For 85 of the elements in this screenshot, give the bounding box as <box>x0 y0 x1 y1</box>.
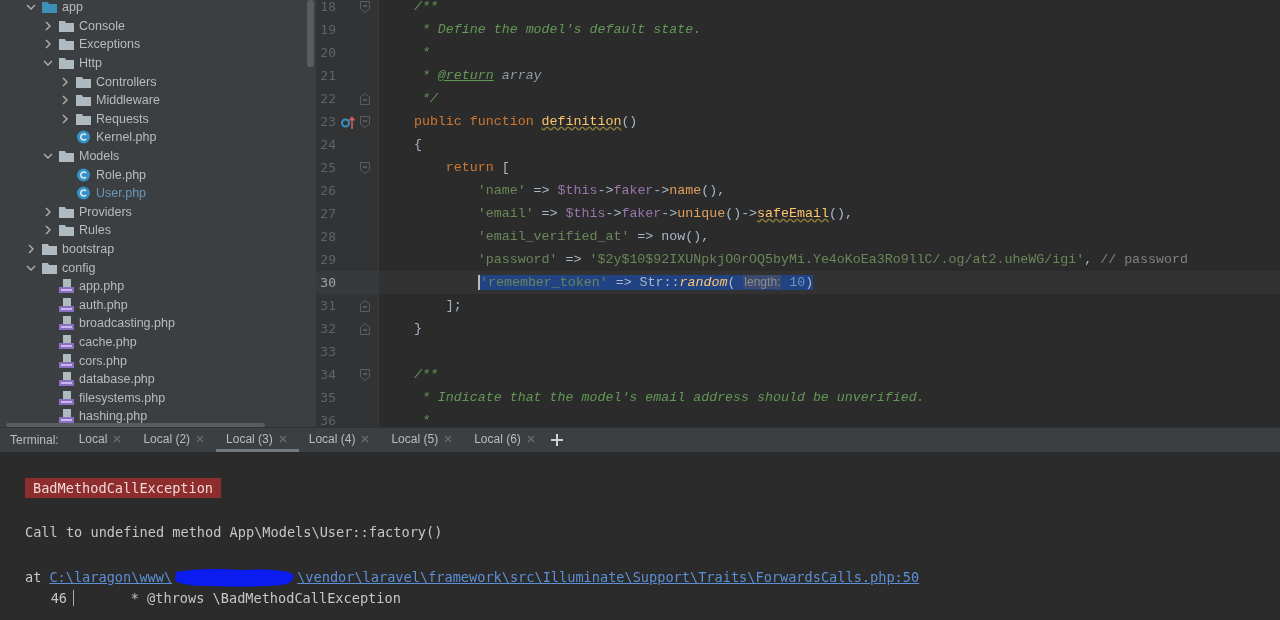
code-line: /** <box>412 0 438 14</box>
tree-item[interactable]: Requests <box>0 109 316 129</box>
tree-item[interactable]: filesystems.php <box>0 388 316 408</box>
folder-icon <box>42 243 57 255</box>
code-line: * Indicate that the model's email address should be unverified. <box>420 390 925 405</box>
tree-item[interactable]: bootstrap <box>0 239 316 259</box>
folder-icon <box>76 75 91 88</box>
terminal-label: Terminal: <box>10 433 59 447</box>
scrollbar[interactable] <box>307 0 314 67</box>
code-line: } <box>412 321 422 336</box>
add-icon[interactable] <box>550 434 563 446</box>
tree-item[interactable]: Role.php <box>0 165 316 184</box>
tree-item[interactable]: cache.php <box>0 332 316 352</box>
code-line: * <box>420 45 430 60</box>
class-icon <box>76 130 91 145</box>
line-number: 46 <box>25 590 74 606</box>
close-icon <box>196 434 205 443</box>
tree-item[interactable]: auth.php <box>0 295 316 315</box>
file-link[interactable]: \vendor\laravel\framework\src\Illuminate\Support\Traits\ForwardsCalls.php:50 <box>297 569 920 585</box>
tree-item[interactable]: hashing.php <box>0 407 316 426</box>
tree-item[interactable]: Console <box>0 16 316 36</box>
tree-item[interactable]: config <box>0 258 316 277</box>
code-line: * @return array <box>420 68 542 83</box>
php-file-icon <box>59 353 74 368</box>
tree-item[interactable]: User.php <box>0 183 316 203</box>
folder-icon <box>42 1 57 14</box>
tree-item[interactable]: database.php <box>0 369 316 389</box>
folder-icon <box>76 112 91 125</box>
code-line: 'email' => $this->faker->unique()->safeEmail(), <box>476 206 853 221</box>
close-icon <box>361 434 370 443</box>
folder-icon <box>59 57 74 70</box>
terminal-tab[interactable]: Local (5) <box>381 428 465 452</box>
code-line: * @throws \BadMethodCallException <box>129 590 401 606</box>
tree-item[interactable]: Controllers <box>0 72 316 91</box>
folder-icon <box>59 150 74 163</box>
code-line: * Define the model's default state. <box>420 22 702 37</box>
php-file-icon <box>59 279 74 294</box>
tree-item[interactable]: Middleware <box>0 90 316 110</box>
file-link[interactable]: C:\laragon\www\ <box>49 569 173 585</box>
class-icon <box>76 167 91 182</box>
php-file-icon <box>59 372 74 387</box>
folder-icon <box>59 19 74 32</box>
folder-icon <box>59 224 74 237</box>
code-line: 'password' => '$2y$10$92IXUNpkjO0rOQ5byMi.Ye4oKoEa3Ro9llC/.og/at2.uheWG/igi', // password <box>476 252 1188 267</box>
tree-item[interactable]: app.php <box>0 276 316 296</box>
php-file-icon <box>59 297 74 312</box>
tree-item[interactable]: Providers <box>0 202 316 222</box>
code-line: * <box>420 413 430 427</box>
close-icon <box>444 434 453 443</box>
tree-item[interactable]: Kernel.php <box>0 128 316 147</box>
tree-item[interactable]: app <box>0 0 316 17</box>
code-line: public function definition() <box>412 114 638 129</box>
code-line: ]; <box>444 298 462 313</box>
class-icon <box>76 186 91 201</box>
error-message: Call to undefined method App\Models\User::factory() <box>25 524 444 540</box>
line-number: 30 <box>319 275 336 290</box>
tree-item[interactable]: Rules <box>0 221 316 240</box>
tree-item[interactable]: Exceptions <box>0 35 316 54</box>
at-label: at <box>25 569 42 585</box>
code-line: */ <box>420 91 438 106</box>
code-line: /** <box>412 367 438 382</box>
folder-icon <box>59 38 74 51</box>
php-file-icon <box>59 390 74 405</box>
folder-icon <box>76 94 91 107</box>
tree-item[interactable]: cors.php <box>0 351 316 370</box>
terminal-tab[interactable]: Local <box>68 428 134 452</box>
php-file-icon <box>59 409 74 424</box>
code-line: 'name' => $this->faker->name(), <box>476 183 726 198</box>
tree-item[interactable]: Models <box>0 146 316 166</box>
tree-item[interactable]: Http <box>0 53 316 73</box>
close-icon <box>278 434 287 443</box>
code-line: { <box>412 137 422 152</box>
terminal-tab[interactable]: Local (4) <box>298 428 382 452</box>
folder-icon <box>42 261 57 274</box>
php-file-icon <box>59 335 74 349</box>
php-file-icon <box>59 316 74 331</box>
code-line: 'email_verified_at' => now(), <box>476 229 710 244</box>
code-line: return [ <box>444 160 510 175</box>
tree-item[interactable]: broadcasting.php <box>0 314 316 333</box>
close-icon <box>113 434 122 443</box>
close-icon <box>526 434 535 443</box>
folder-icon <box>59 205 74 218</box>
terminal-tab[interactable]: Local (2) <box>133 428 217 452</box>
exception-badge: BadMethodCallException <box>25 478 222 498</box>
terminal-tab[interactable]: Local (6) <box>464 428 547 452</box>
